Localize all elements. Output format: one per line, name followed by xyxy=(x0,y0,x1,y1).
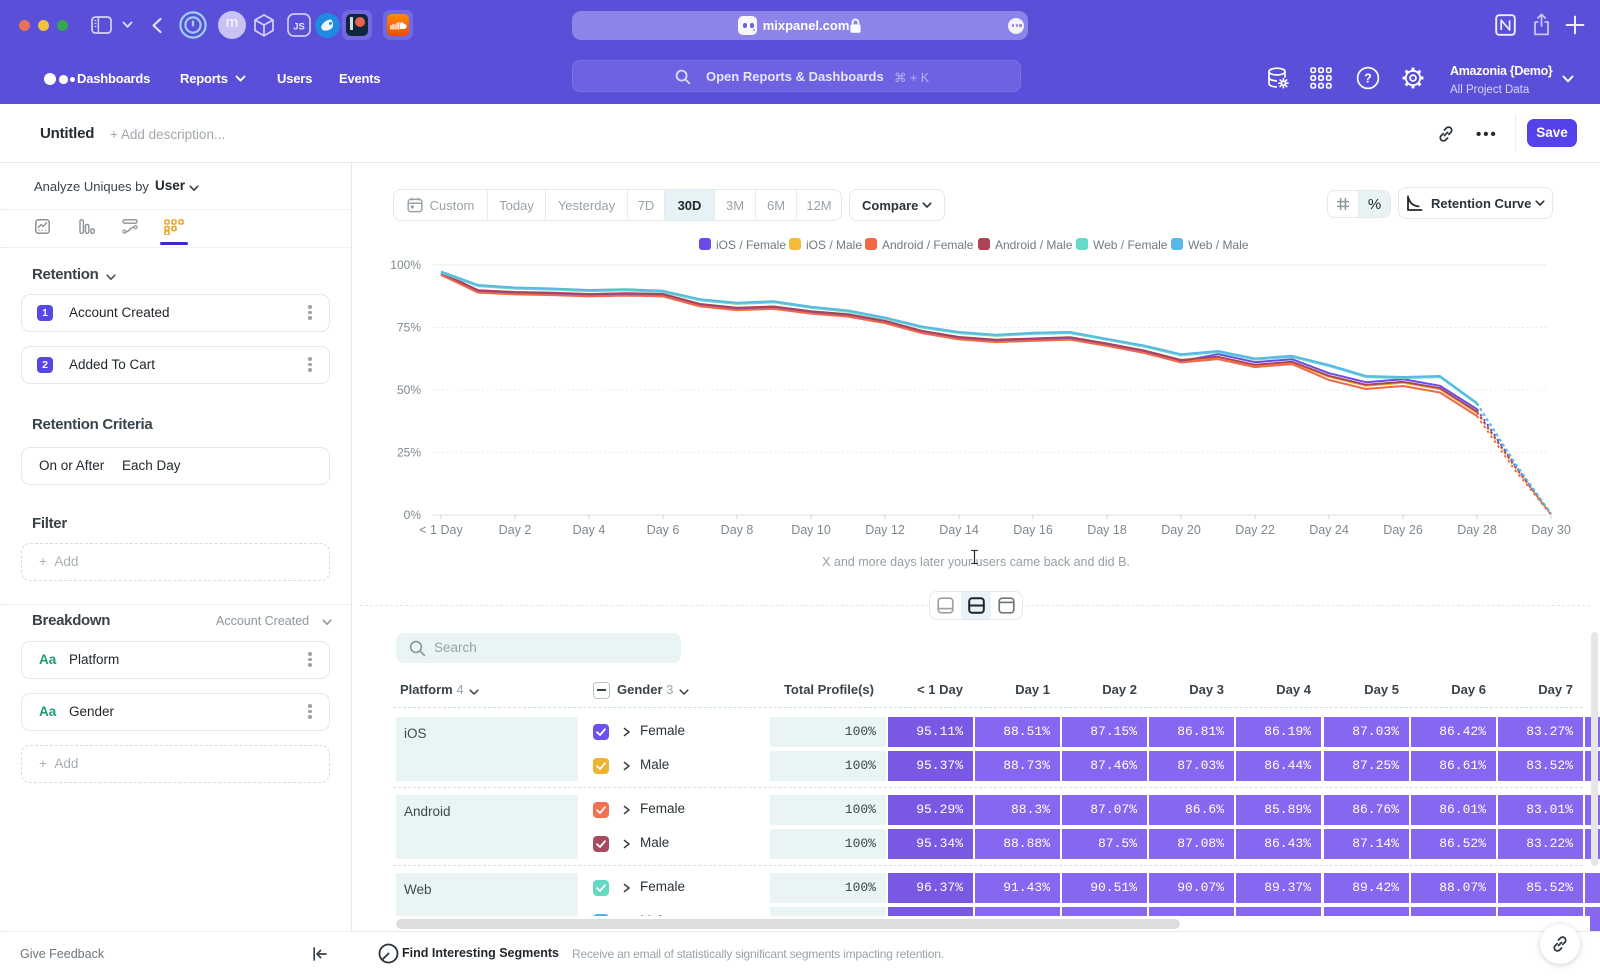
svg-text:Day 28: Day 28 xyxy=(1457,523,1497,537)
svg-text:25%: 25% xyxy=(397,446,421,460)
svg-text:Day 2: Day 2 xyxy=(499,523,532,537)
svg-text:JS: JS xyxy=(293,21,305,32)
svg-text:< 1 Day: < 1 Day xyxy=(419,523,463,537)
svg-text:Day 20: Day 20 xyxy=(1161,523,1201,537)
svg-text:Day 18: Day 18 xyxy=(1087,523,1127,537)
svg-text:Day 26: Day 26 xyxy=(1383,523,1423,537)
svg-text:100%: 100% xyxy=(390,258,421,272)
svg-text:Day 4: Day 4 xyxy=(573,523,606,537)
svg-text:Day 6: Day 6 xyxy=(647,523,680,537)
svg-text:Day 30: Day 30 xyxy=(1531,523,1571,537)
svg-text:Day 24: Day 24 xyxy=(1309,523,1349,537)
svg-text:Day 8: Day 8 xyxy=(721,523,754,537)
svg-text:Day 10: Day 10 xyxy=(791,523,831,537)
svg-text:75%: 75% xyxy=(397,321,421,335)
svg-text:Day 14: Day 14 xyxy=(939,523,979,537)
svg-text:Day 12: Day 12 xyxy=(865,523,905,537)
svg-text:0%: 0% xyxy=(404,508,422,522)
svg-text:Day 22: Day 22 xyxy=(1235,523,1275,537)
svg-text:50%: 50% xyxy=(397,383,421,397)
svg-text:Day 16: Day 16 xyxy=(1013,523,1053,537)
svg-text:?: ? xyxy=(1364,71,1372,85)
